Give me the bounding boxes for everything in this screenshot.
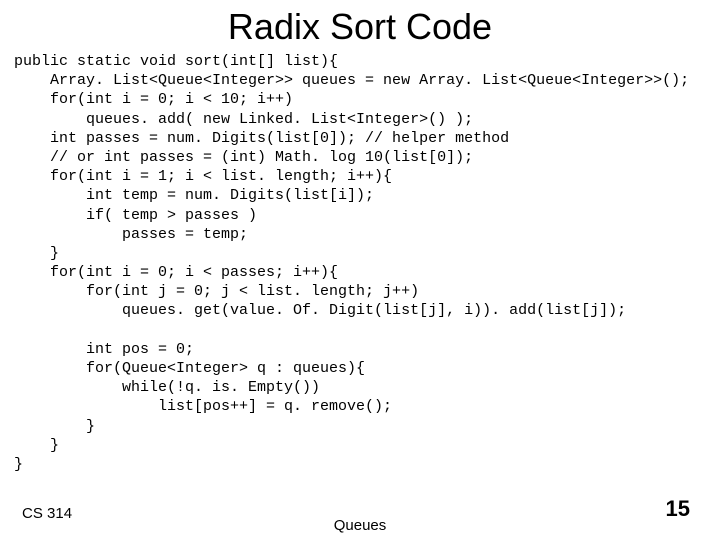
footer-topic: Queues — [0, 517, 720, 534]
slide-title: Radix Sort Code — [0, 0, 720, 48]
footer-page-number: 15 — [666, 496, 690, 522]
slide: Radix Sort Code public static void sort(… — [0, 0, 720, 540]
code-block: public static void sort(int[] list){ Arr… — [0, 48, 720, 474]
